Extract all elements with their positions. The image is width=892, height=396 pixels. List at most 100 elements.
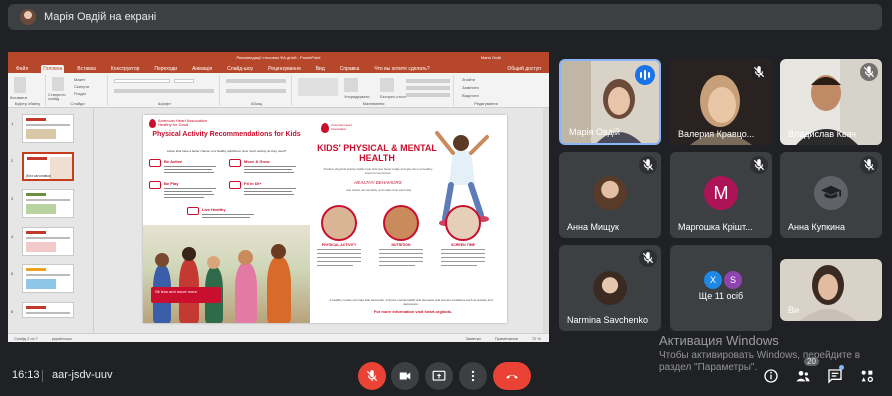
ribbon-select-label: Виділити	[462, 93, 479, 98]
participant-name: Марія Овдій	[569, 127, 620, 137]
participant-name: Narmina Savchenko	[567, 315, 649, 325]
sit-less-banner: Sit less and move more.	[151, 287, 221, 303]
participant-tile-margoshka[interactable]: M Маргошка Крішт...	[670, 152, 772, 238]
slide-left-panel: American Heart Association Healthy for G…	[143, 115, 310, 323]
ribbon-group-label: Малювання	[362, 101, 385, 106]
ribbon-reset-label: Скинути	[74, 84, 90, 89]
ppt-tab-file: Файл	[16, 66, 29, 72]
ppt-tab-help: Справка	[339, 66, 360, 72]
ppt-tab-transitions: Переходи	[154, 66, 178, 72]
divider	[42, 370, 43, 382]
slide-thumb-4	[22, 227, 74, 256]
participant-tile-valeria[interactable]: Валерия Кравцо...	[670, 59, 772, 145]
ribbon-drawing: Упорядкувати Експрес-стилі Малювання	[294, 75, 454, 106]
more-vert-icon	[471, 370, 475, 382]
more-options-button[interactable]	[459, 362, 487, 390]
right-slide-title: KIDS' PHYSICAL & MENTAL HEALTH	[317, 143, 437, 163]
participant-tile-others[interactable]: X S Ще 11 осіб	[670, 245, 772, 331]
running-kids-photo	[143, 225, 310, 323]
right-logo-text: American Heart Association	[331, 123, 352, 131]
ppt-title-bar: Рекомендації стосовно ФА дітей - PowerPo…	[8, 52, 549, 62]
meeting-code: aar-jsdv-uuv	[52, 369, 113, 381]
thumb-number: 1	[11, 121, 14, 126]
activities-icon	[861, 370, 873, 382]
slide-thumb-1	[22, 114, 74, 143]
avatar	[593, 176, 627, 210]
ribbon-editing: Знайти Замінити Виділити Редагування	[456, 75, 516, 106]
left-logo-text: American Heart Association Healthy for G…	[158, 118, 208, 127]
ppt-tab-review: Рецензування	[268, 66, 301, 72]
mic-off-icon	[642, 159, 654, 171]
mic-off-icon	[863, 66, 875, 78]
activity-heading: Be Active	[164, 159, 183, 164]
participant-name: Ви	[788, 305, 800, 315]
aha-heart-icon	[321, 123, 329, 133]
ppt-tab-animation: Анімація	[192, 66, 213, 72]
activity-icon	[229, 181, 241, 189]
activity-icon	[149, 181, 161, 189]
leave-call-button[interactable]	[493, 362, 531, 390]
healthy-behaviors-subtitle: Get social, act sensibly, and make time …	[346, 188, 412, 192]
activity-heading: Be Play	[164, 181, 179, 186]
people-button[interactable]	[794, 367, 812, 385]
mic-off-icon	[863, 159, 875, 171]
ppt-ribbon-tabs: Файл Головна Вставка Конструктор Переход…	[8, 62, 549, 73]
mic-off-icon	[753, 159, 765, 171]
ppt-tab-slideshow: Слайд-шоу	[227, 66, 254, 72]
participant-tile-you[interactable]: Ви	[780, 259, 882, 321]
circle-title: SCREEN TIME	[451, 243, 475, 247]
mic-off-icon	[753, 66, 765, 78]
status-zoom: 72 %	[531, 335, 541, 341]
ribbon-arrange-label: Упорядкувати	[344, 94, 370, 99]
info-icon	[764, 369, 778, 383]
present-screen-icon	[432, 370, 446, 381]
status-language: українська	[51, 335, 72, 341]
mic-off-icon	[366, 370, 378, 382]
ribbon-paragraph: Абзац	[222, 75, 292, 106]
ribbon-find-label: Знайти	[462, 77, 476, 82]
ribbon-layout-label: Макет	[74, 77, 86, 82]
participant-name: Анна Купкина	[788, 222, 846, 232]
right-slide-subtitle: Positive physical activity habits help k…	[323, 167, 433, 175]
participant-name: Владислав Квач	[788, 129, 856, 139]
participant-tile-anna-mishchuk[interactable]: Анна Мищук	[559, 152, 661, 238]
ribbon-replace-label: Замінити	[462, 85, 479, 90]
avatar: X	[702, 269, 724, 291]
presenter-avatar	[20, 9, 36, 25]
people-icon	[796, 371, 810, 382]
activities-button[interactable]	[858, 367, 876, 385]
ribbon-group-label: Шрифт	[157, 101, 172, 106]
meeting-time: 16:13	[12, 369, 40, 381]
meeting-info-button[interactable]	[762, 367, 780, 385]
physical-activity-circle	[321, 205, 357, 241]
participant-name: Ще 11 осіб	[698, 291, 744, 301]
circle-title: PHYSICAL ACTIVITY	[321, 243, 357, 247]
participant-tile-narmina[interactable]: Narmina Savchenko	[559, 245, 661, 331]
presenter-title: Марія Овдій на екрані	[44, 11, 157, 23]
ribbon-clipboard: Вставити Буфер обміну	[10, 75, 46, 106]
participant-tile-anna-kupkina[interactable]: Анна Купкина	[780, 152, 882, 238]
participant-tile-maria[interactable]: Марія Овдій	[559, 59, 661, 145]
circle-title: NUTRITION	[391, 243, 411, 247]
camera-toggle-button[interactable]	[391, 362, 419, 390]
mic-toggle-button[interactable]	[358, 362, 386, 390]
screen-time-circle	[445, 205, 481, 241]
aha-heart-icon	[149, 119, 156, 128]
chat-notification-dot	[839, 365, 844, 370]
present-button[interactable]	[425, 362, 453, 390]
status-slide-count: Слайд 2 из 7	[14, 335, 38, 341]
more-info-text: For more information visit heart.org/kid…	[373, 309, 453, 314]
participant-tile-vladyslav[interactable]: Владислав Квач	[780, 59, 882, 145]
healthy-behaviors-heading: HEALTHY BEHAVIORS	[354, 180, 402, 185]
participant-name: Анна Мищук	[567, 222, 619, 232]
activity-heading: Live Healthy	[202, 207, 226, 212]
avatar	[593, 271, 627, 305]
slide-thumb-2: (Без заголовка)	[22, 152, 74, 181]
shared-screen: Рекомендації стосовно ФА дітей - PowerPo…	[8, 52, 549, 342]
mic-off-icon	[642, 252, 654, 264]
presenter-banner: Марія Овдій на екрані	[8, 4, 882, 30]
right-slide-footer: A healthy routine can help kids feel bet…	[329, 298, 493, 306]
slide-right-panel: American Heart Association KIDS' PHYSICA…	[313, 115, 507, 323]
ppt-tab-view: Вид	[315, 66, 325, 72]
participant-name: Валерия Кравцо...	[678, 129, 755, 139]
